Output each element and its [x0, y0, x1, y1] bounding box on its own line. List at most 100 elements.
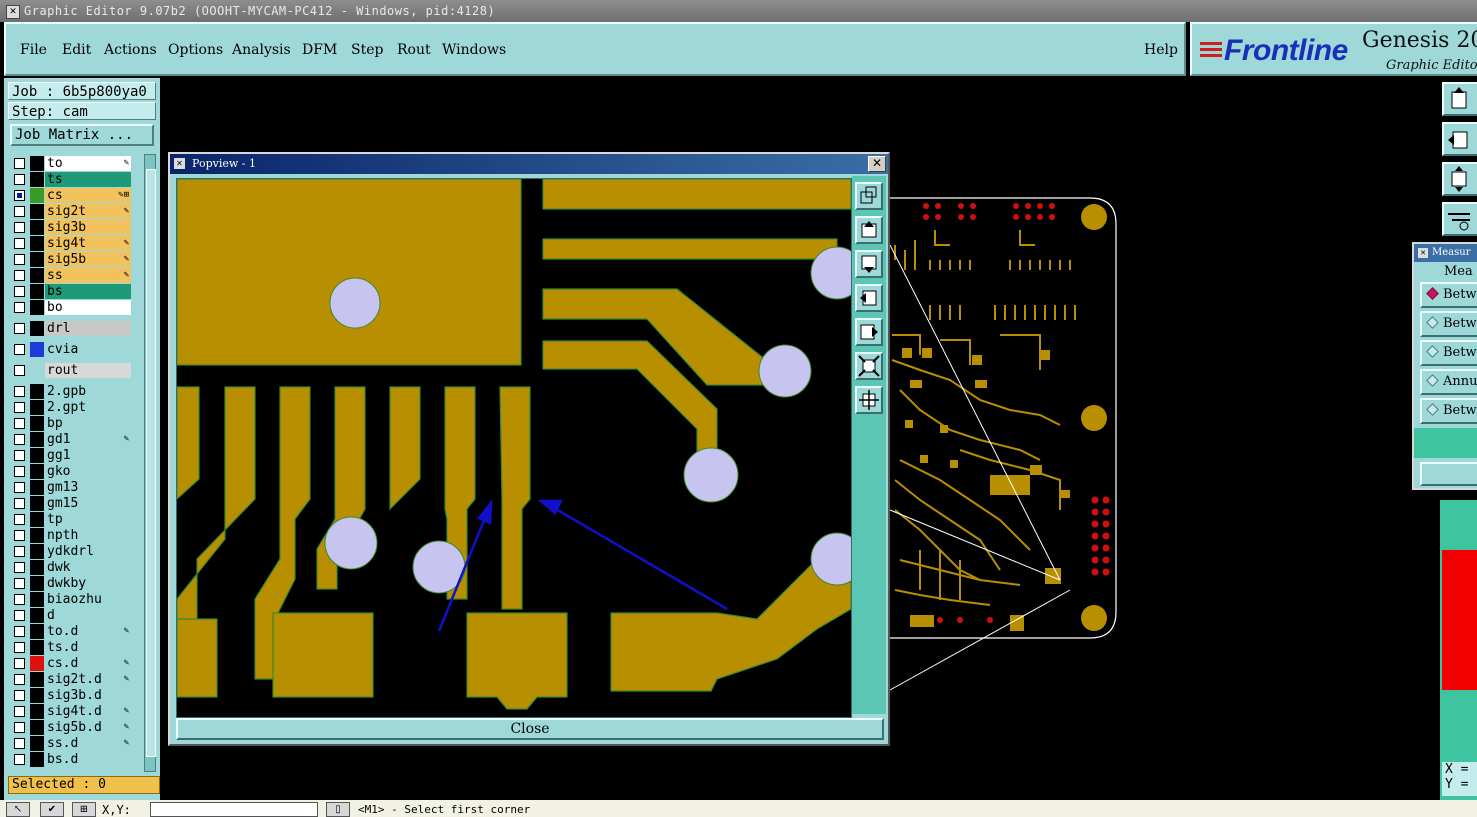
layer-row-sig4t-d[interactable]: sig4t.d ✎ [10, 704, 132, 719]
zoom-window-button[interactable] [855, 182, 883, 210]
layer-row-dwkby[interactable]: dwkby [10, 576, 132, 591]
layer-row-ss[interactable]: ss ✎ [10, 268, 132, 283]
layer-checkbox[interactable] [14, 482, 25, 493]
layer-checkbox[interactable] [14, 302, 25, 313]
view-up-button[interactable] [1442, 82, 1477, 116]
layer-row-2-gpt[interactable]: 2.gpt [10, 400, 132, 415]
layer-name[interactable]: bs [45, 284, 131, 299]
layer-name[interactable]: to ✎ [45, 156, 131, 171]
layer-row-ss-d[interactable]: ss.d ✎ [10, 736, 132, 751]
layer-row-to-d[interactable]: to.d ✎ [10, 624, 132, 639]
layer-checkbox[interactable] [14, 498, 25, 509]
scrollbar-thumb[interactable] [146, 169, 156, 757]
layer-name[interactable]: gm13 [45, 480, 131, 495]
layer-color-swatch[interactable] [30, 172, 44, 187]
layer-color-swatch[interactable] [30, 528, 44, 543]
measure-option-3[interactable]: Annu [1420, 369, 1477, 395]
layer-checkbox[interactable] [14, 690, 25, 701]
layer-checkbox[interactable] [14, 206, 25, 217]
layer-row-cs[interactable]: cs ✎⊞ [10, 188, 132, 203]
layer-row-ydkdrl[interactable]: ydkdrl [10, 544, 132, 559]
layer-color-swatch[interactable] [30, 252, 44, 267]
layer-row-cvia[interactable]: cvia [10, 342, 132, 357]
layer-color-swatch[interactable] [30, 300, 44, 315]
layer-checkbox[interactable] [14, 174, 25, 185]
layer-checkbox[interactable] [14, 450, 25, 461]
popview-titlebar[interactable]: ✕ Popview - 1 ✕ [170, 154, 888, 174]
layer-checkbox[interactable] [14, 386, 25, 397]
layer-row-bp[interactable]: bp [10, 416, 132, 431]
layer-row-bo[interactable]: bo [10, 300, 132, 315]
layer-row-gko[interactable]: gko [10, 464, 132, 479]
menu-help[interactable]: Help [1144, 42, 1178, 58]
layer-name[interactable]: 2.gpt [45, 400, 131, 415]
layer-checkbox[interactable] [14, 344, 25, 355]
layer-row-drl[interactable]: drl [10, 321, 132, 336]
layer-checkbox[interactable] [14, 706, 25, 717]
layer-name[interactable]: sig4t ✎ [45, 236, 131, 251]
layer-checkbox[interactable] [14, 270, 25, 281]
view-fit-button[interactable] [1442, 162, 1477, 196]
layer-row-2-gpb[interactable]: 2.gpb [10, 384, 132, 399]
menu-options[interactable]: Options [168, 42, 223, 58]
layer-color-swatch[interactable] [30, 592, 44, 607]
layer-name[interactable]: sig5b ✎ [45, 252, 131, 267]
check-button[interactable]: ✔ [40, 802, 64, 817]
layer-color-swatch[interactable] [30, 624, 44, 639]
measure-titlebar[interactable]: ✕ Measur [1414, 244, 1477, 262]
layer-checkbox[interactable] [14, 238, 25, 249]
measure-option-0[interactable]: Betw [1420, 282, 1477, 308]
layer-checkbox[interactable] [14, 642, 25, 653]
menu-analysis[interactable]: Analysis [232, 42, 291, 58]
popview-canvas[interactable] [176, 178, 852, 718]
layer-name[interactable]: cs.d ✎ [45, 656, 131, 671]
layer-row-sig3b[interactable]: sig3b [10, 220, 132, 235]
layer-name[interactable]: 2.gpb [45, 384, 131, 399]
layer-color-swatch[interactable] [30, 496, 44, 511]
layer-checkbox[interactable] [14, 674, 25, 685]
layer-checkbox[interactable] [14, 190, 25, 201]
layer-row-gg1[interactable]: gg1 [10, 448, 132, 463]
layer-row-gd1[interactable]: gd1 ✎ [10, 432, 132, 447]
layer-color-swatch[interactable] [30, 384, 44, 399]
layer-color-swatch[interactable] [30, 188, 44, 203]
layer-name[interactable]: rout [45, 363, 131, 378]
layer-checkbox[interactable] [14, 466, 25, 477]
layer-color-swatch[interactable] [30, 342, 44, 357]
layer-checkbox[interactable] [14, 658, 25, 669]
layer-list-scrollbar[interactable] [144, 154, 156, 772]
layer-checkbox[interactable] [14, 626, 25, 637]
layer-checkbox[interactable] [14, 514, 25, 525]
layer-checkbox[interactable] [14, 323, 25, 334]
layer-name[interactable]: npth [45, 528, 131, 543]
layer-color-swatch[interactable] [30, 608, 44, 623]
layer-name[interactable]: bs.d [45, 752, 131, 767]
layer-checkbox[interactable] [14, 254, 25, 265]
layer-name[interactable]: cvia [45, 342, 131, 357]
layer-row-gm15[interactable]: gm15 [10, 496, 132, 511]
status-toggle-button[interactable]: ▯ [326, 802, 350, 817]
measure-option-2[interactable]: Betw [1420, 340, 1477, 366]
layer-row-d[interactable]: d [10, 608, 132, 623]
layer-row-ts-d[interactable]: ts.d [10, 640, 132, 655]
layer-checkbox[interactable] [14, 738, 25, 749]
xy-input[interactable] [150, 802, 318, 817]
layer-row-bs[interactable]: bs [10, 284, 132, 299]
layer-name[interactable]: gm15 [45, 496, 131, 511]
layer-row-bs-d[interactable]: bs.d [10, 752, 132, 767]
layer-row-sig2t-d[interactable]: sig2t.d ✎ [10, 672, 132, 687]
layer-color-swatch[interactable] [30, 464, 44, 479]
layer-color-swatch[interactable] [30, 204, 44, 219]
layer-row-to[interactable]: to ✎ [10, 156, 132, 171]
layer-color-swatch[interactable] [30, 656, 44, 671]
pan-right-button[interactable] [855, 318, 883, 346]
layer-name[interactable]: bp [45, 416, 131, 431]
layer-row-sig4t[interactable]: sig4t ✎ [10, 236, 132, 251]
layer-color-swatch[interactable] [30, 448, 44, 463]
layer-name[interactable]: sig5b.d ✎ [45, 720, 131, 735]
layer-color-swatch[interactable] [30, 156, 44, 171]
layer-name[interactable]: ts [45, 172, 131, 187]
layer-color-swatch[interactable] [30, 236, 44, 251]
layer-checkbox[interactable] [14, 722, 25, 733]
layer-name[interactable]: ydkdrl [45, 544, 131, 559]
